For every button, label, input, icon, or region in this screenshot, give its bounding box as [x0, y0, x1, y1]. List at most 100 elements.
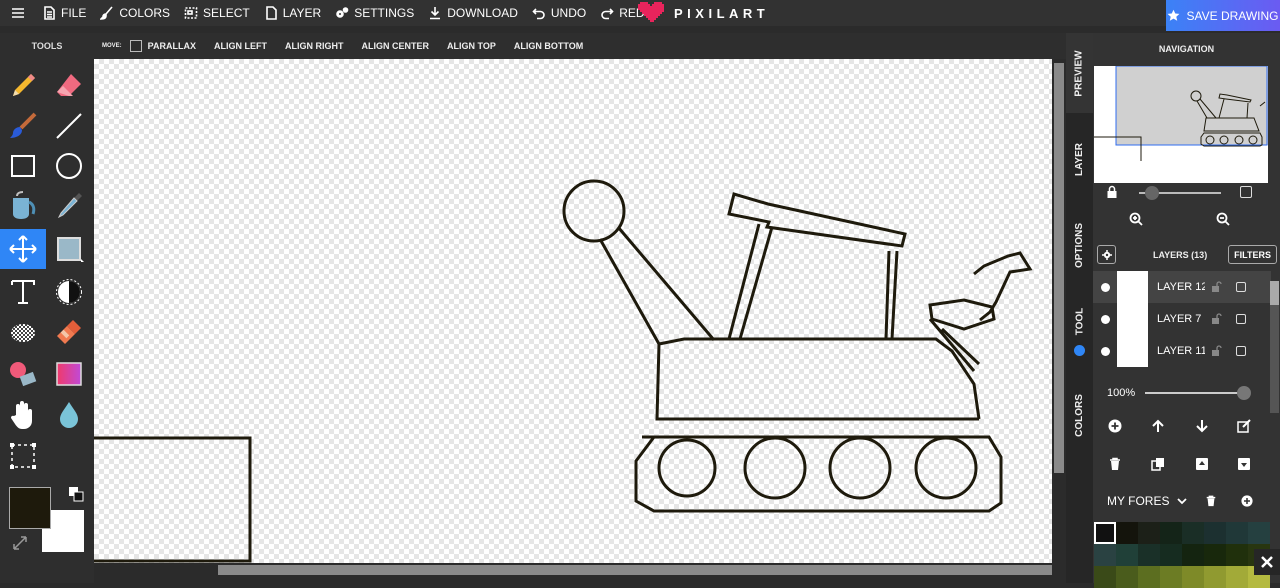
layer-row[interactable]: LAYER 11 [1093, 335, 1271, 367]
rectangle-tool[interactable] [0, 146, 46, 186]
settings-menu-button[interactable]: SETTINGS [329, 0, 422, 26]
text-tool[interactable] [0, 272, 46, 312]
brand-logo[interactable]: PIXILART [638, 0, 769, 26]
move-layer-up-button[interactable] [1151, 419, 1165, 433]
navigation-toggle-checkbox[interactable] [1240, 186, 1252, 198]
duplicate-layer-button[interactable] [1151, 457, 1165, 471]
tab-preview[interactable]: PREVIEW [1066, 33, 1093, 113]
lock-navigation-button[interactable] [1105, 185, 1119, 199]
swap-colors-icon[interactable] [12, 535, 28, 551]
layer-select-checkbox[interactable] [1236, 282, 1246, 292]
bucket-tool[interactable] [0, 186, 46, 226]
align-bottom-button[interactable]: ALIGN BOTTOM [514, 41, 583, 51]
parallax-label[interactable]: PARALLAX [148, 41, 196, 51]
color-swatch[interactable] [1094, 566, 1116, 588]
blur-tool[interactable] [46, 395, 92, 435]
eraser-tool[interactable] [46, 66, 92, 106]
download-menu-button[interactable]: DOWNLOAD [422, 0, 526, 26]
layer-select-checkbox[interactable] [1236, 314, 1246, 324]
tab-options[interactable]: OPTIONS [1066, 205, 1093, 285]
rename-layer-button[interactable] [1237, 419, 1251, 433]
layer-opacity-knob[interactable] [1237, 386, 1251, 400]
zoom-in-button[interactable] [1129, 212, 1143, 226]
delete-palette-icon[interactable] [1205, 495, 1217, 507]
tab-layer[interactable]: LAYER [1066, 119, 1093, 199]
brush-tool[interactable] [0, 106, 46, 146]
unlock-icon[interactable] [1211, 313, 1223, 325]
palette-name[interactable]: MY FOREST [1107, 494, 1169, 508]
select-tool[interactable] [0, 436, 46, 476]
color-swatch[interactable] [1094, 544, 1116, 566]
add-layer-button[interactable] [1108, 419, 1122, 433]
lighten-tool[interactable] [46, 272, 92, 312]
color-swatch[interactable] [1138, 566, 1160, 588]
unlock-icon[interactable] [1211, 281, 1223, 293]
gradient-eraser-tool[interactable] [0, 354, 46, 394]
zoom-out-button[interactable] [1216, 212, 1230, 226]
horizontal-scrollbar[interactable] [94, 563, 1052, 577]
add-palette-icon[interactable] [1241, 495, 1253, 507]
color-swatch[interactable] [1204, 522, 1226, 544]
colors-menu-button[interactable]: COLORS [94, 0, 178, 26]
file-menu-button[interactable]: FILE [36, 0, 94, 26]
layers-scroll-thumb[interactable] [1270, 281, 1279, 305]
color-swatch[interactable] [1226, 522, 1248, 544]
color-swatch[interactable] [1160, 522, 1182, 544]
align-left-button[interactable]: ALIGN LEFT [214, 41, 267, 51]
chevron-down-icon[interactable] [1177, 496, 1187, 506]
primary-color-swatch[interactable] [9, 487, 51, 529]
gradient-tool[interactable] [46, 354, 92, 394]
layer-visibility-toggle[interactable] [1101, 282, 1110, 292]
merge-up-button[interactable] [1195, 457, 1209, 471]
align-top-button[interactable]: ALIGN TOP [447, 41, 496, 51]
color-swatch[interactable] [1138, 544, 1160, 566]
ellipse-tool[interactable] [46, 146, 92, 186]
layer-visibility-toggle[interactable] [1101, 346, 1110, 356]
color-swatch[interactable] [1248, 522, 1270, 544]
save-drawing-button[interactable]: SAVE DRAWING [1166, 0, 1280, 31]
navigation-zoom-knob[interactable] [1145, 186, 1159, 200]
delete-layer-button[interactable] [1108, 457, 1122, 471]
color-swatch[interactable] [1160, 566, 1182, 588]
align-center-button[interactable]: ALIGN CENTER [362, 41, 430, 51]
parallax-checkbox[interactable] [129, 40, 142, 52]
color-swatch[interactable] [1094, 522, 1116, 544]
eyedropper-tool[interactable] [46, 186, 92, 226]
color-swatch[interactable] [1204, 566, 1226, 588]
layer-row[interactable]: LAYER 12 [1093, 271, 1271, 303]
color-swatch[interactable] [1226, 544, 1248, 566]
pencil-tool[interactable] [0, 66, 46, 106]
color-swatch[interactable] [1204, 544, 1226, 566]
layer-row[interactable]: LAYER 7 [1093, 303, 1271, 335]
drawing-canvas[interactable] [94, 59, 1052, 563]
layer-opacity-slider[interactable] [1145, 392, 1245, 394]
layer-menu-button[interactable]: LAYER [258, 0, 329, 26]
vertical-scrollbar[interactable] [1052, 59, 1066, 563]
close-panel-button[interactable] [1254, 549, 1280, 575]
color-swatch[interactable] [1182, 544, 1204, 566]
hamburger-menu-button[interactable] [0, 0, 36, 26]
color-swatch[interactable] [1116, 522, 1138, 544]
color-swatch[interactable] [1182, 522, 1204, 544]
undo-button[interactable]: UNDO [526, 0, 594, 26]
unlock-icon[interactable] [1211, 345, 1223, 357]
select-menu-button[interactable]: SELECT [178, 0, 258, 26]
color-swatch[interactable] [1116, 566, 1138, 588]
color-swatch[interactable] [1226, 566, 1248, 588]
color-swatch[interactable] [1138, 522, 1160, 544]
layers-scrollbar[interactable] [1270, 281, 1279, 413]
horizontal-scroll-thumb[interactable] [218, 565, 1052, 575]
filters-button[interactable]: FILTERS [1228, 245, 1277, 264]
hand-tool[interactable] [0, 395, 46, 435]
layer-settings-button[interactable] [1097, 245, 1116, 264]
tab-colors[interactable]: COLORS [1066, 375, 1093, 455]
layer-select-checkbox[interactable] [1236, 346, 1246, 356]
shape-tool[interactable] [46, 229, 92, 269]
vertical-scroll-thumb[interactable] [1054, 63, 1064, 473]
color-swatch[interactable] [1160, 544, 1182, 566]
merge-down-button[interactable] [1237, 457, 1251, 471]
line-tool[interactable] [46, 106, 92, 146]
align-right-button[interactable]: ALIGN RIGHT [285, 41, 344, 51]
color-swatch[interactable] [1116, 544, 1138, 566]
dither-tool[interactable] [0, 312, 46, 352]
